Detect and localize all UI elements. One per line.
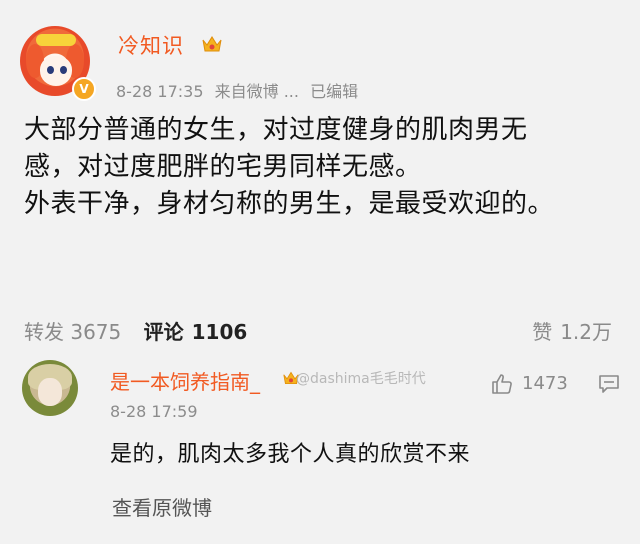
post-content: 大部分普通的女生，对过度健身的肌肉男无 感，对过度肥胖的宅男同样无感。 外表干净… <box>24 112 624 223</box>
post-content-line: 大部分普通的女生，对过度健身的肌肉男无 <box>24 115 528 145</box>
post-meta: 8-28 17:35 来自微博 ... 已编辑 <box>116 78 364 102</box>
repost-button[interactable]: 转发 <box>24 320 64 344</box>
post-source: 来自微博 ... <box>214 82 299 101</box>
watermark-text: @dashima毛毛时代 <box>296 371 426 387</box>
comment-time: 8-28 17:59 <box>110 402 198 421</box>
like-label: 赞 <box>532 320 553 344</box>
like-stat[interactable]: 赞 1.2万 <box>532 316 612 345</box>
author-username[interactable]: 冷知识 <box>118 30 184 60</box>
comment-like-count: 1473 <box>522 373 568 394</box>
post-edited[interactable]: 已编辑 <box>310 82 358 101</box>
post-content-line: 外表干净，身材匀称的男生，是最受欢迎的。 <box>24 189 555 219</box>
verified-badge-icon: V <box>72 77 96 101</box>
post-content-line: 感，对过度肥胖的宅男同样无感。 <box>24 152 422 182</box>
commenter-username[interactable]: 是一本饲养指南_ <box>110 366 260 395</box>
crown-icon <box>202 36 222 52</box>
post-time: 8-28 17:35 <box>116 82 204 101</box>
thumbs-up-icon[interactable] <box>490 372 514 396</box>
comment-count: 1106 <box>191 320 248 344</box>
comment-text: 是的，肌肉太多我个人真的欣赏不来 <box>110 442 471 467</box>
comment-reply-icon[interactable] <box>598 373 620 395</box>
view-original-link[interactable]: 查看原微博 <box>112 492 212 521</box>
post-stats: 转发 3675 评论 1106 <box>24 316 247 345</box>
commenter-avatar[interactable] <box>22 360 78 416</box>
comment-tab[interactable]: 评论 <box>144 320 184 344</box>
repost-count: 3675 <box>70 320 122 344</box>
like-count: 1.2万 <box>560 320 612 344</box>
